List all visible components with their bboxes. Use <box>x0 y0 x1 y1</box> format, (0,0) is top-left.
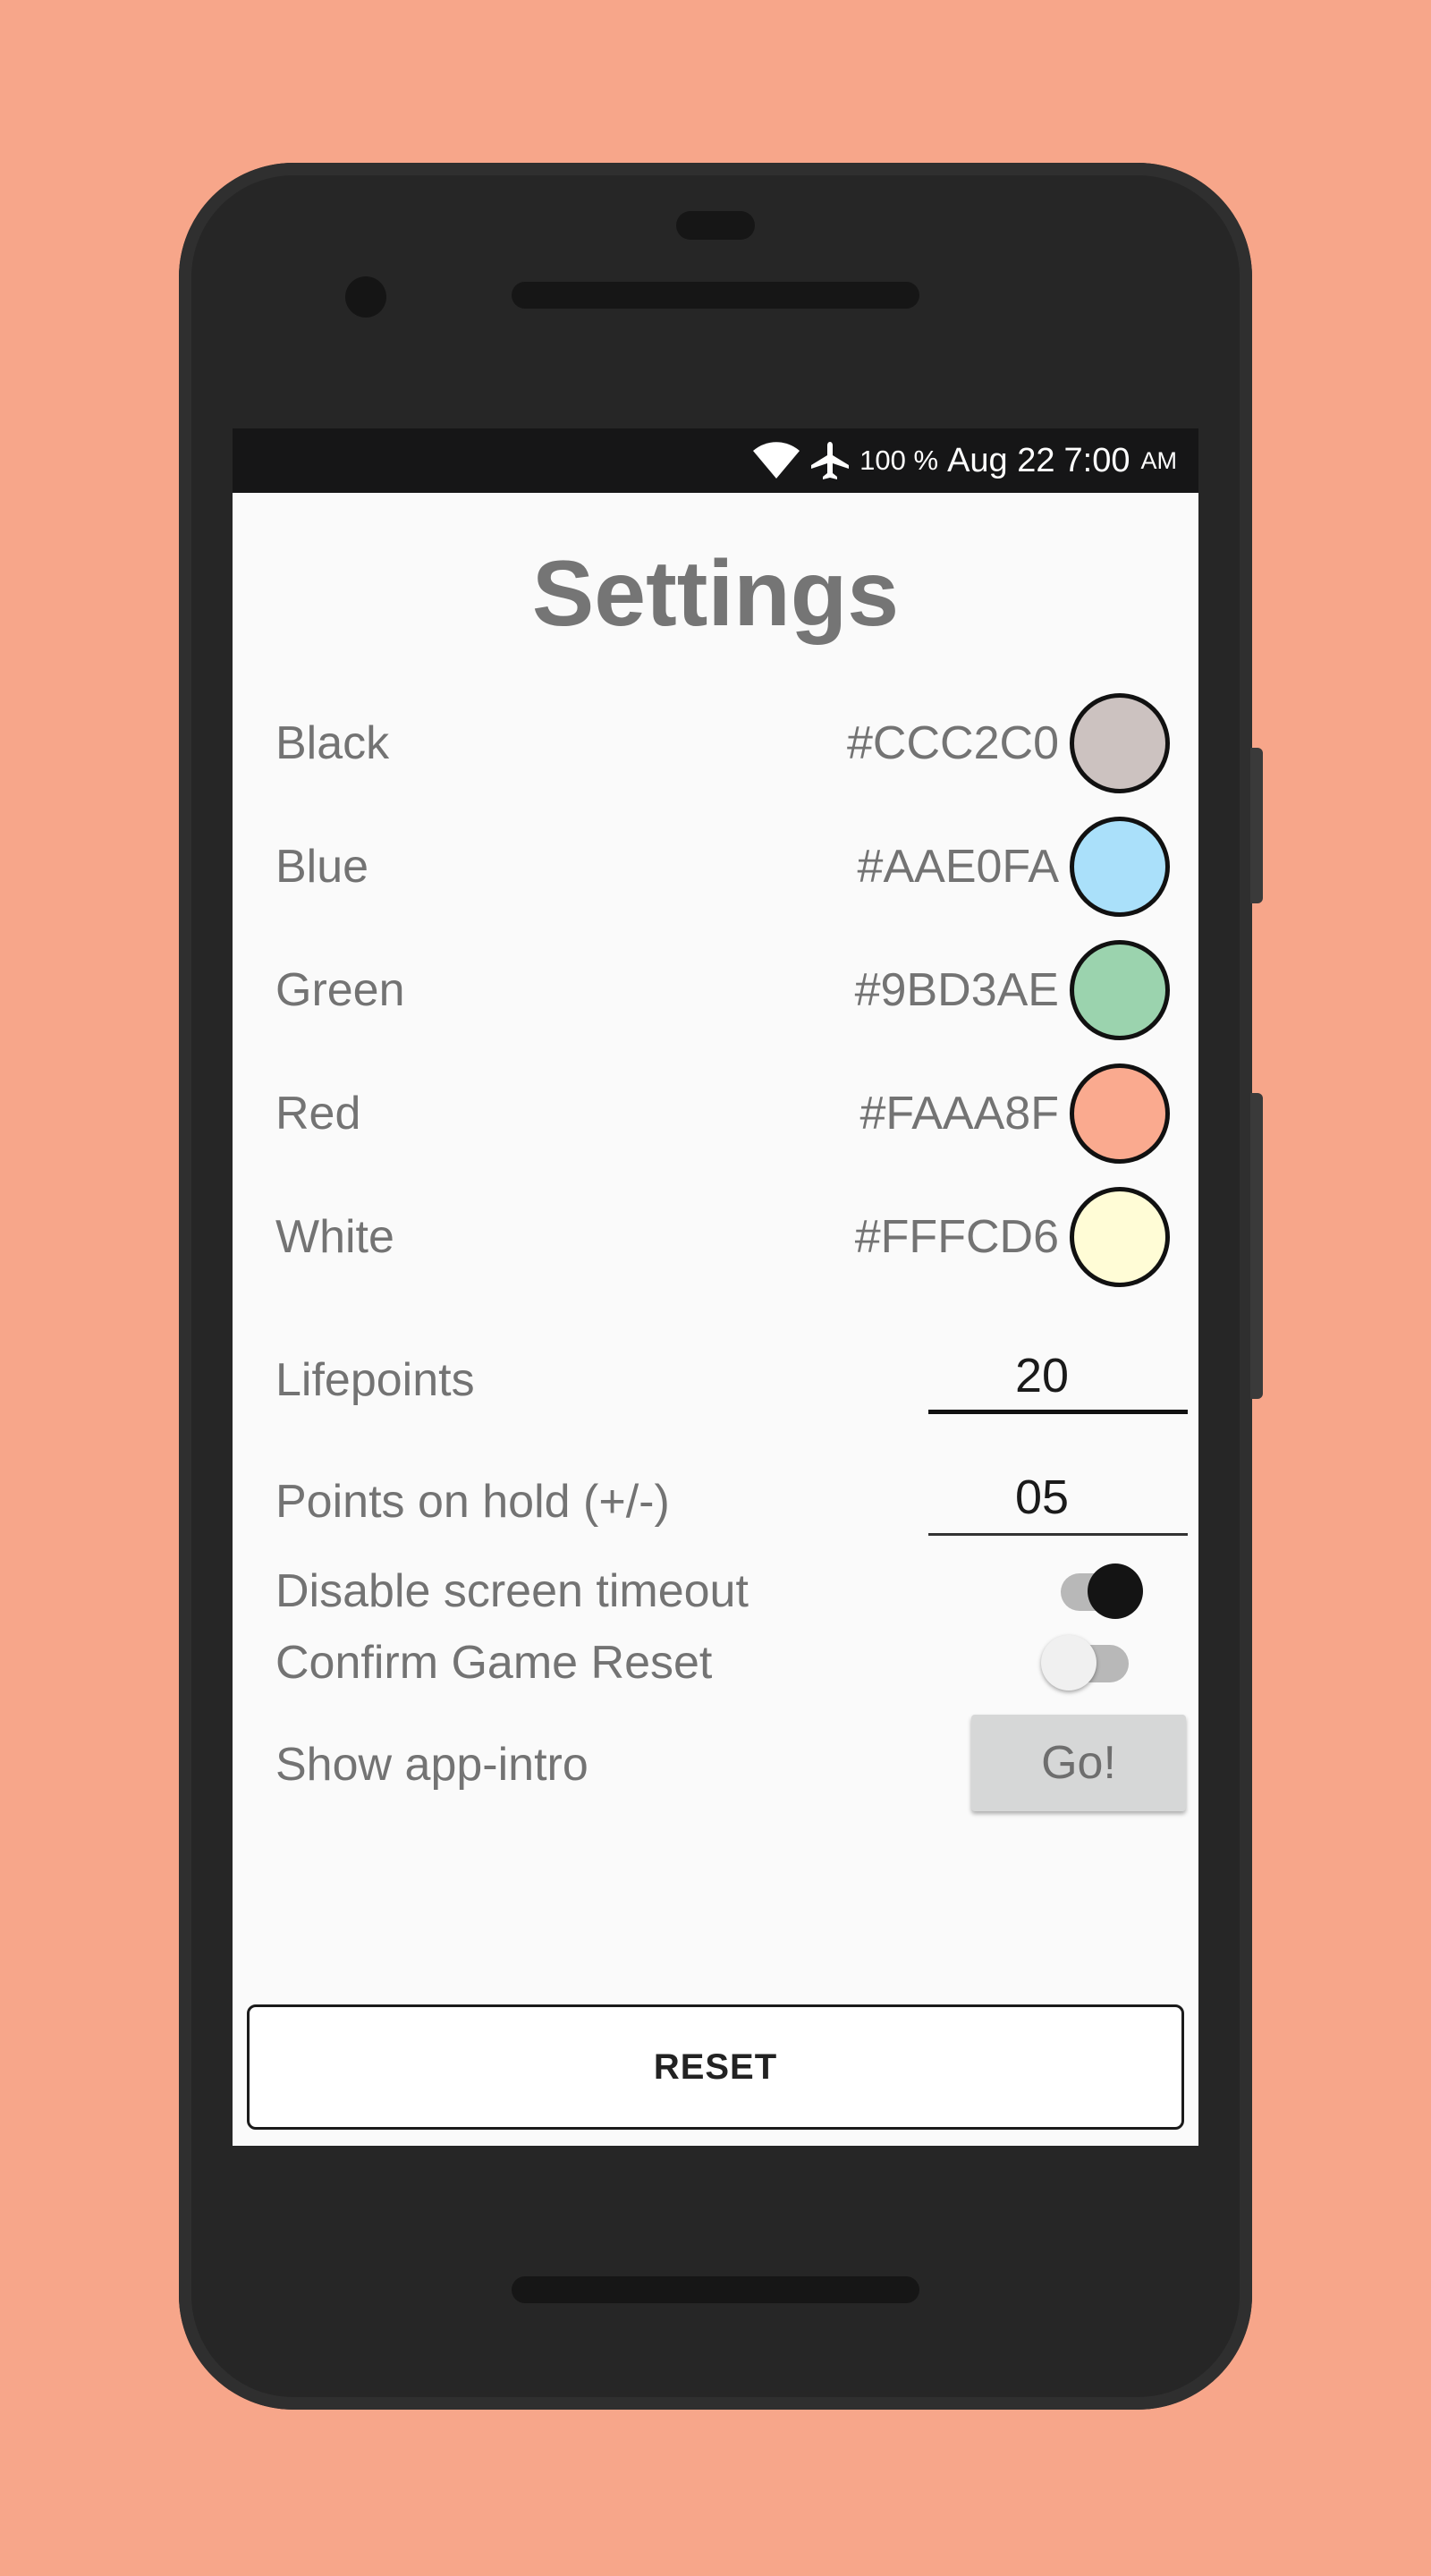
color-hex: #AAE0FA <box>857 841 1059 893</box>
confirm-reset-label: Confirm Game Reset <box>275 1637 713 1689</box>
power-button <box>1250 748 1263 903</box>
disable-timeout-switch[interactable] <box>1054 1563 1143 1619</box>
status-time: 7:00 <box>1063 441 1130 479</box>
app-intro-label: Show app-intro <box>275 1739 588 1791</box>
color-hex: #9BD3AE <box>854 964 1059 1016</box>
color-swatch-white[interactable] <box>1070 1187 1170 1287</box>
color-swatch-black[interactable] <box>1070 693 1170 793</box>
status-bar: 100 % Aug 22 7:00 AM <box>233 428 1198 493</box>
confirm-reset-row: Confirm Game Reset <box>275 1632 1170 1695</box>
bottom-speaker <box>512 2276 919 2303</box>
points-on-hold-label: Points on hold (+/-) <box>275 1476 670 1528</box>
color-name: White <box>275 1211 394 1263</box>
switch-thumb <box>1041 1635 1097 1690</box>
volume-button <box>1250 1093 1263 1399</box>
earpiece <box>676 211 755 240</box>
color-row-blue: Blue #AAE0FA <box>275 817 1170 917</box>
color-hex: #FAAA8F <box>859 1088 1059 1140</box>
color-row-white: White #FFFCD6 <box>275 1187 1170 1287</box>
page-title: Settings <box>531 542 900 646</box>
disable-timeout-row: Disable screen timeout <box>275 1561 1170 1623</box>
lifepoints-row: Lifepoints 20 <box>275 1337 1188 1418</box>
color-name: Green <box>275 964 405 1016</box>
color-name: Black <box>275 717 390 769</box>
points-on-hold-row: Points on hold (+/-) 05 <box>275 1459 1188 1539</box>
color-row-red: Red #FAAA8F <box>275 1063 1170 1164</box>
color-swatch-red[interactable] <box>1070 1063 1170 1164</box>
color-swatch-blue[interactable] <box>1070 817 1170 917</box>
wifi-icon <box>752 442 800 479</box>
color-name: Red <box>275 1088 361 1140</box>
color-row-black: Black #CCC2C0 <box>275 693 1170 793</box>
go-button[interactable]: Go! <box>971 1715 1186 1811</box>
lifepoints-input[interactable]: 20 <box>928 1337 1188 1414</box>
switch-thumb <box>1088 1563 1143 1619</box>
points-on-hold-input[interactable]: 05 <box>928 1459 1188 1536</box>
lifepoints-label: Lifepoints <box>275 1354 475 1406</box>
color-swatch-green[interactable] <box>1070 940 1170 1040</box>
color-hex: #FFFCD6 <box>854 1211 1059 1263</box>
color-hex: #CCC2C0 <box>847 717 1059 769</box>
battery-percentage: 100 % <box>859 445 939 476</box>
status-ampm: AM <box>1140 446 1178 474</box>
confirm-reset-switch[interactable] <box>1041 1635 1129 1690</box>
front-camera <box>345 276 386 318</box>
app-intro-row: Show app-intro Go! <box>275 1715 1186 1813</box>
status-date: Aug 22 <box>947 441 1055 479</box>
color-row-green: Green #9BD3AE <box>275 940 1170 1040</box>
airplane-mode-icon <box>809 440 851 481</box>
reset-button[interactable]: RESET <box>247 2004 1184 2130</box>
disable-timeout-label: Disable screen timeout <box>275 1565 749 1617</box>
top-speaker <box>512 282 919 309</box>
app-screen: 100 % Aug 22 7:00 AM Settings Black #CCC… <box>233 428 1198 2146</box>
color-name: Blue <box>275 841 369 893</box>
